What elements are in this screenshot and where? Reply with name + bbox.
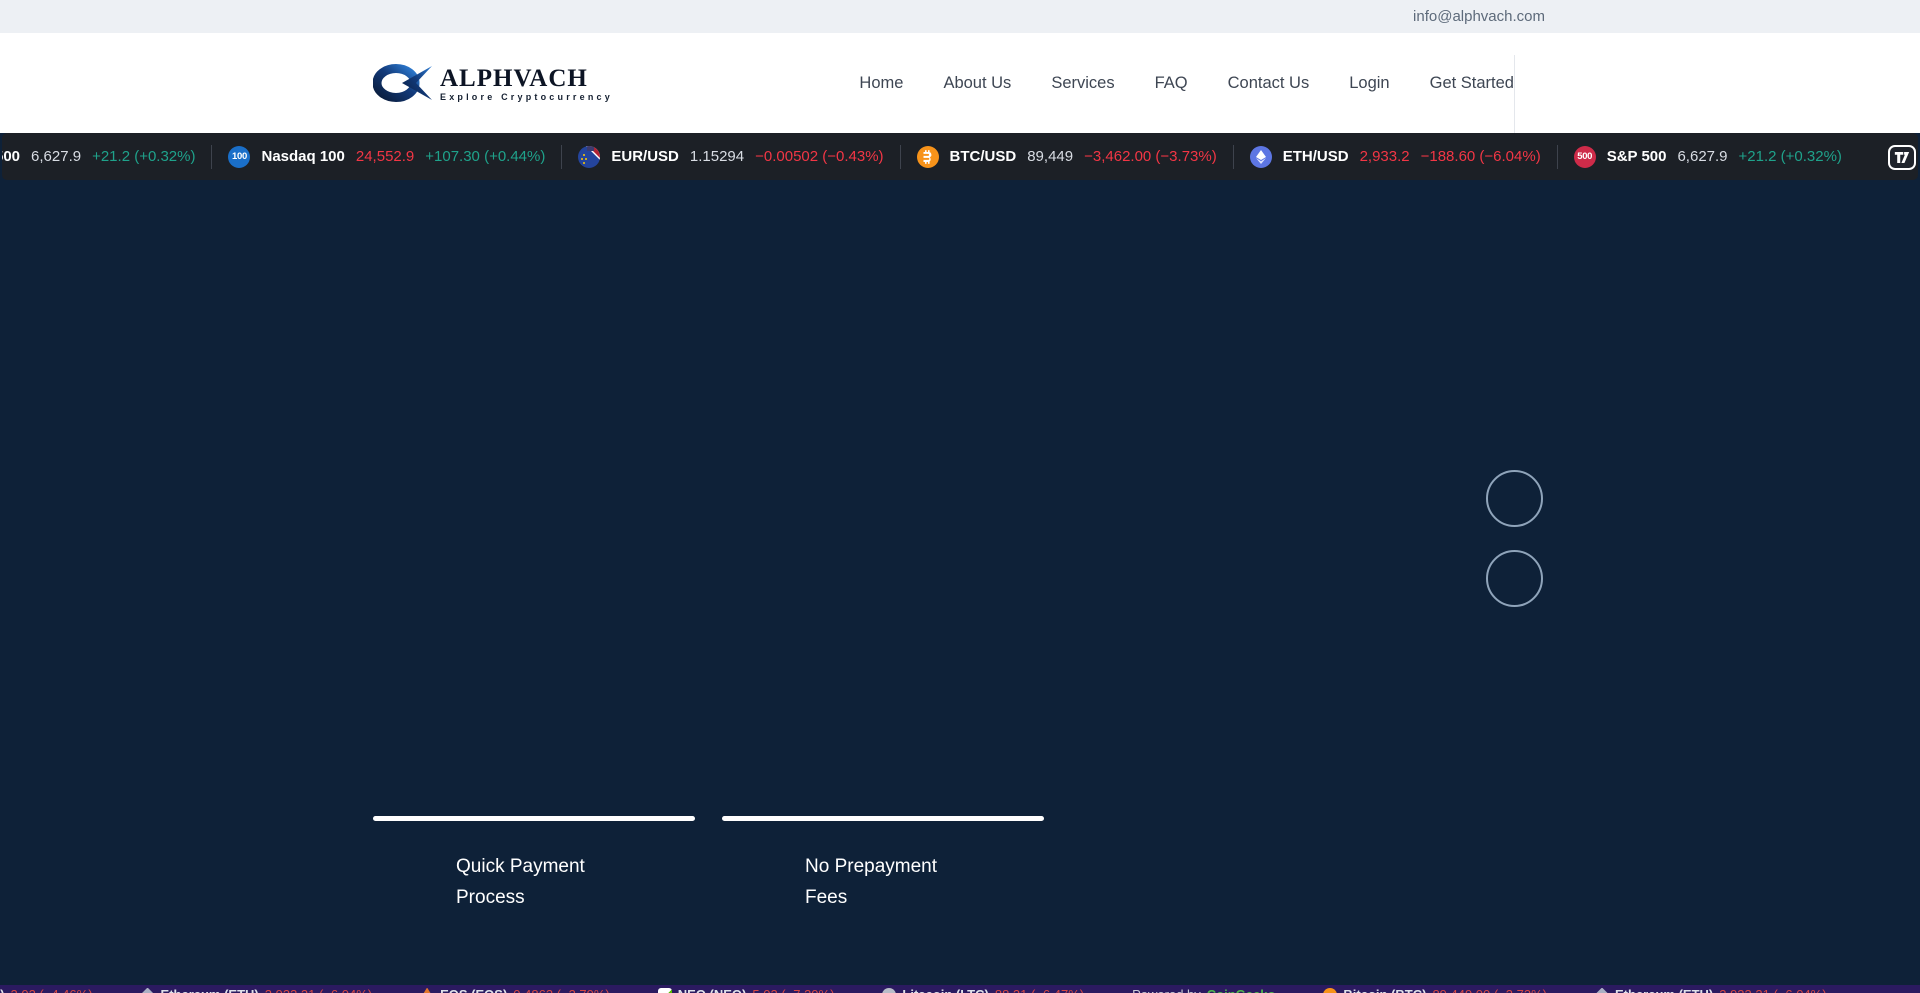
bitcoin-icon [1323, 988, 1337, 993]
ticker-change: +21.2 (+0.32%) [92, 148, 195, 165]
coin-price: 0.4863 (−3.79%) [513, 987, 609, 993]
crypto-price-marquee: XRP (XRP) 2.02 (−4.46%) Ethereum (ETH) 2,93… [0, 985, 1920, 993]
nav-link-about-us[interactable]: About Us [943, 74, 1011, 93]
ticker-change: +21.2 (+0.32%) [1739, 148, 1842, 165]
market-ticker-tape: 500 6,627.9 +21.2 (+0.32%) 100 Nasdaq 100 24,… [2, 133, 1918, 180]
ticker-symbol: BTC/USD [950, 148, 1017, 165]
nav-link-login[interactable]: Login [1349, 74, 1389, 93]
ticker-item-btc-usd[interactable]: BTC/USD 89,449 −3,462.00 (−3.73%) [900, 145, 1233, 169]
ticker-item-eur-usd[interactable]: EUR/USD 1.15294 −0.00502 (−0.43%) [561, 145, 899, 169]
ticker-symbol: EUR/USD [611, 148, 679, 165]
coin-price: 89,449.00 (−3.73%) [1432, 987, 1547, 993]
ticker-items: 500 6,627.9 +21.2 (+0.32%) 100 Nasdaq 100 24,… [2, 145, 1858, 169]
ticker-symbol: ETH/USD [1283, 148, 1349, 165]
coin-name: XRP (XRP) [0, 987, 5, 993]
feature-card: Quick Payment Process [373, 816, 695, 913]
ticker-value: 24,552.9 [356, 148, 414, 165]
ticker-value: 2,933.2 [1360, 148, 1410, 165]
ticker-change: +107.30 (+0.44%) [425, 148, 545, 165]
nav-divider [1514, 55, 1515, 133]
ethereum-icon [1595, 988, 1609, 993]
coin-price: 2.02 (−4.46%) [11, 987, 93, 993]
ticker-change: −188.60 (−6.04%) [1421, 148, 1541, 165]
marquee-coin-ethereum-eth[interactable]: Ethereum (ETH) 2,933.21 (−6.04%) [141, 987, 373, 993]
btc-usd-badge-icon [917, 146, 939, 168]
coin-name: Ethereum (ETH) [161, 987, 259, 993]
eos-icon [420, 988, 434, 993]
ticker-item-eth-usd[interactable]: ETH/USD 2,933.2 −188.60 (−6.04%) [1233, 145, 1557, 169]
nav-link-home[interactable]: Home [859, 74, 903, 93]
marquee-coin-eos-eos[interactable]: EOS (EOS) 0.4863 (−3.79%) [420, 987, 610, 993]
neo-icon [658, 988, 672, 993]
marquee-coin-ethereum-eth[interactable]: Ethereum (ETH) 2,933.21 (−6.04%) [1595, 987, 1827, 993]
marquee-coin-xrp-xrp[interactable]: XRP (XRP) 2.02 (−4.46%) [0, 987, 93, 993]
nav-link-services[interactable]: Services [1051, 74, 1114, 93]
nasdaq-100-badge-icon: 100 [228, 146, 250, 168]
topbar: info@alphvach.com [0, 0, 1920, 33]
ethereum-icon [141, 988, 155, 993]
ticker-symbol: Nasdaq 100 [261, 148, 344, 165]
coin-name: Ethereum (ETH) [1615, 987, 1713, 993]
logo-tagline: Explore Cryptocurrency [440, 92, 613, 102]
ticker-symbol: S&P 500 [1607, 148, 1667, 165]
ticker-item-500[interactable]: 500 6,627.9 +21.2 (+0.32%) [2, 145, 211, 169]
s-p-500-badge-icon: 500 [1574, 146, 1596, 168]
coin-price: 5.02 (−7.30%) [752, 987, 834, 993]
eth-usd-badge-icon [1250, 146, 1272, 168]
site-header: ALPHVACH Explore Cryptocurrency Home Abou… [0, 33, 1920, 133]
nav-link-faq[interactable]: FAQ [1155, 74, 1188, 93]
marquee-coin-litecoin-ltc[interactable]: Litecoin (LTC) 88.21 (−6.47%) [882, 987, 1084, 993]
hero-section: Quick Payment Process No Prepayment Fees [0, 180, 1920, 985]
litecoin-icon [882, 988, 896, 993]
ticker-value: 6,627.9 [1677, 148, 1727, 165]
carousel-prev-button[interactable] [1486, 470, 1543, 527]
ticker-change: −3,462.00 (−3.73%) [1084, 148, 1217, 165]
feature-divider-bar [722, 816, 1044, 821]
coin-name: Bitcoin (BTC) [1343, 987, 1426, 993]
marquee-coin-bitcoin-btc[interactable]: Bitcoin (BTC) 89,449.00 (−3.73%) [1323, 987, 1547, 993]
coin-name: Litecoin (LTC) [902, 987, 988, 993]
coin-price: 2,933.21 (−6.04%) [1719, 987, 1826, 993]
nav-link-contact-us[interactable]: Contact Us [1228, 74, 1310, 93]
feature-divider-bar [373, 816, 695, 821]
main-nav: Home About Us Services FAQ Contact Us Login Ge… [859, 33, 1514, 133]
ticker-item-nasdaq-100[interactable]: 100 Nasdaq 100 24,552.9 +107.30 (+0.44%) [211, 145, 561, 169]
logo-text: ALPHVACH Explore Cryptocurrency [440, 67, 613, 102]
ticker-value: 89,449 [1027, 148, 1073, 165]
marquee-coin-neo-neo[interactable]: NEO (NEO) 5.02 (−7.30%) [658, 987, 835, 993]
coin-name: EOS (EOS) [440, 987, 507, 993]
ticker-item-s-p-500[interactable]: 500 S&P 500 6,627.9 +21.2 (+0.32%) [1557, 145, 1858, 169]
contact-email-link[interactable]: info@alphvach.com [1413, 0, 1545, 33]
coin-price: 88.21 (−6.47%) [995, 987, 1084, 993]
crypto-marquee-row: XRP (XRP) 2.02 (−4.46%) Ethereum (ETH) 2,93… [0, 987, 1827, 993]
eur-usd-badge-icon [578, 146, 600, 168]
alphvach-logo-icon [373, 61, 433, 108]
coin-name: NEO (NEO) [678, 987, 747, 993]
coingecko-brand: CoinGecko [1207, 987, 1276, 993]
ticker-symbol: 500 [2, 148, 20, 165]
coingecko-attribution[interactable]: Powered by CoinGecko [1132, 987, 1275, 993]
ticker-value: 1.15294 [690, 148, 744, 165]
feature-title: No Prepayment Fees [805, 851, 1044, 913]
ticker-change: −0.00502 (−0.43%) [755, 148, 883, 165]
nav-link-get-started[interactable]: Get Started [1430, 74, 1514, 93]
carousel-next-button[interactable] [1486, 550, 1543, 607]
logo-name: ALPHVACH [440, 67, 613, 90]
feature-card: No Prepayment Fees [722, 816, 1044, 913]
powered-by-label: Powered by [1132, 987, 1201, 993]
tradingview-logo-icon[interactable] [1888, 145, 1916, 170]
ticker-value: 6,627.9 [31, 148, 81, 165]
site-logo[interactable]: ALPHVACH Explore Cryptocurrency [373, 63, 613, 105]
coin-price: 2,933.21 (−6.04%) [265, 987, 372, 993]
feature-title: Quick Payment Process [456, 851, 695, 913]
